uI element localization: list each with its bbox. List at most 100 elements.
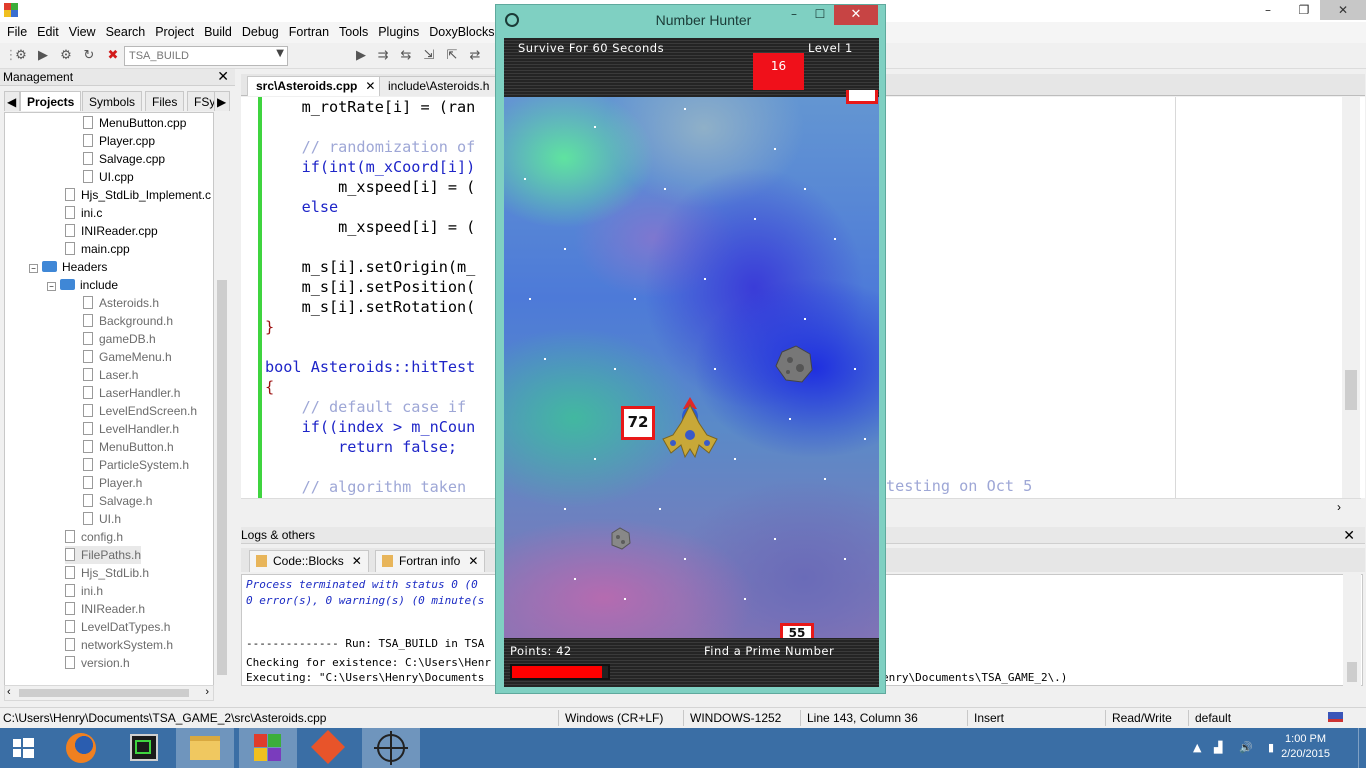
menu-fortran[interactable]: Fortran — [284, 22, 334, 43]
step-into-icon[interactable]: ⇲ — [420, 47, 438, 65]
tree-file[interactable]: MenuButton.cpp — [83, 114, 186, 132]
tree-file[interactable]: config.h — [65, 528, 123, 546]
firefox-icon[interactable] — [52, 728, 110, 768]
menu-build[interactable]: Build — [199, 22, 237, 43]
tree-file[interactable]: UI.cpp — [83, 168, 134, 186]
close-icon[interactable]: ✕ — [468, 554, 478, 568]
menu-search[interactable]: Search — [101, 22, 151, 43]
file-explorer-icon[interactable] — [176, 728, 234, 768]
scroll-left-icon[interactable]: ‹ — [7, 686, 11, 698]
tree-file[interactable]: Background.h — [83, 312, 173, 330]
tree-file[interactable]: UI.h — [83, 510, 121, 528]
run-to-cursor-icon[interactable]: ⇉ — [374, 47, 392, 65]
close-icon[interactable]: ✕ — [365, 79, 375, 93]
ide-minimize-button[interactable]: – — [1252, 0, 1284, 20]
build-gear-icon[interactable]: ⚙ — [12, 47, 30, 65]
menu-edit[interactable]: Edit — [32, 22, 64, 43]
number-hunter-icon[interactable] — [362, 728, 420, 768]
ide-close-button[interactable]: ✕ — [1320, 0, 1366, 20]
tab-projects[interactable]: Projects — [20, 91, 82, 111]
logs-scroll-thumb[interactable] — [1347, 662, 1357, 682]
tree-file-selected[interactable]: FilePaths.h — [65, 546, 142, 564]
menu-project[interactable]: Project — [150, 22, 199, 43]
step-out-icon[interactable]: ⇱ — [443, 47, 461, 65]
tree-file[interactable]: LevelDatTypes.h — [65, 618, 170, 636]
tree-file[interactable]: LevelHandler.h — [83, 420, 179, 438]
tree-file[interactable]: Salvage.cpp — [83, 150, 165, 168]
tree-file[interactable]: MenuButton.h — [83, 438, 174, 456]
tab-scroll-left-icon[interactable]: ◀ — [4, 91, 20, 111]
menu-doxyblocks[interactable]: DoxyBlocks — [424, 22, 499, 43]
tree-file[interactable]: Hjs_StdLib.h — [65, 564, 149, 582]
editor-vertical-scrollbar[interactable] — [1342, 97, 1360, 498]
close-icon[interactable]: ✕ — [1343, 527, 1355, 544]
tree-file[interactable]: ini.c — [65, 204, 102, 222]
ide-restore-button[interactable]: ❐ — [1288, 0, 1320, 20]
game-minimize-button[interactable]: – — [781, 7, 807, 21]
tree-file[interactable]: INIReader.h — [65, 600, 145, 618]
tree-file[interactable]: main.cpp — [65, 240, 130, 258]
editor-scroll-thumb[interactable] — [1345, 370, 1357, 410]
close-icon[interactable]: ✕ — [352, 554, 362, 568]
codeblocks-icon[interactable] — [115, 728, 173, 768]
tree-file[interactable]: version.h — [65, 654, 130, 672]
tree-file[interactable]: ini.h — [65, 582, 103, 600]
scroll-right-icon[interactable]: › — [1337, 500, 1341, 514]
tree-file[interactable]: Asteroids.h — [83, 294, 159, 312]
tree-horizontal-scrollbar[interactable]: ‹ › — [4, 685, 214, 701]
collapse-icon[interactable]: − — [47, 282, 56, 291]
tree-folder-headers[interactable]: − Headers — [29, 258, 107, 276]
tree-folder-include[interactable]: − include — [47, 276, 118, 294]
volume-icon[interactable]: 🔊 — [1239, 741, 1253, 754]
tree-file[interactable]: ParticleSystem.h — [83, 456, 189, 474]
menu-plugins[interactable]: Plugins — [373, 22, 424, 43]
git-icon[interactable] — [300, 728, 358, 768]
show-hidden-icons-icon[interactable]: ▲ — [1193, 741, 1201, 754]
menu-view[interactable]: View — [64, 22, 101, 43]
rebuild-icon[interactable]: ↻ — [80, 47, 98, 65]
tree-file[interactable]: gameDB.h — [83, 330, 156, 348]
show-desktop-button[interactable] — [1358, 728, 1366, 768]
scroll-right-icon[interactable]: › — [205, 686, 209, 698]
tab-fortran-info[interactable]: Fortran info ✕ — [375, 550, 486, 572]
tree-file[interactable]: INIReader.cpp — [65, 222, 158, 240]
tab-codeblocks-log[interactable]: Code::Blocks ✕ — [249, 550, 369, 572]
debug-run-icon[interactable]: ▶ — [352, 47, 370, 65]
logs-vertical-scrollbar[interactable] — [1343, 574, 1361, 700]
menu-tools[interactable]: Tools — [334, 22, 373, 43]
tree-file[interactable]: Laser.h — [83, 366, 138, 384]
game-maximize-button[interactable]: ☐ — [807, 7, 833, 21]
tree-hscroll-thumb[interactable] — [19, 689, 189, 697]
collapse-icon[interactable]: − — [29, 264, 38, 273]
menu-debug[interactable]: Debug — [237, 22, 284, 43]
battery-icon[interactable]: ▮ — [1268, 741, 1274, 754]
network-icon[interactable]: ▟ — [1214, 741, 1222, 754]
next-line-icon[interactable]: ⇆ — [397, 47, 415, 65]
office-icon[interactable] — [239, 728, 297, 768]
tree-file[interactable]: Salvage.h — [83, 492, 152, 510]
tree-file[interactable]: GameMenu.h — [83, 348, 172, 366]
abort-icon[interactable]: ✖ — [104, 47, 122, 65]
next-instruction-icon[interactable]: ⇄ — [466, 47, 484, 65]
tab-files[interactable]: Files — [145, 91, 185, 111]
tree-scroll-thumb[interactable] — [217, 280, 227, 675]
tree-file[interactable]: Hjs_StdLib_Implement.c — [65, 186, 211, 204]
clock[interactable]: 1:00 PM 2/20/2015 — [1281, 732, 1330, 762]
tree-file[interactable]: Player.h — [83, 474, 142, 492]
run-icon[interactable]: ▶ — [34, 47, 52, 65]
tab-symbols[interactable]: Symbols — [82, 91, 143, 111]
close-icon[interactable]: ✕ — [217, 68, 229, 85]
tree-file[interactable]: networkSystem.h — [65, 636, 173, 654]
tab-scroll-right-icon[interactable]: ▶ — [214, 91, 230, 111]
game-title-bar[interactable]: Number Hunter – ☐ ✕ — [496, 5, 885, 35]
build-and-run-icon[interactable]: ⚙ — [57, 47, 75, 65]
tree-file[interactable]: Player.cpp — [83, 132, 155, 150]
start-icon[interactable] — [0, 728, 50, 768]
game-canvas[interactable]: Survive For 60 Seconds Level 1 16 72 55 … — [504, 38, 879, 687]
tree-file[interactable]: LaserHandler.h — [83, 384, 180, 402]
build-target-select[interactable]: TSA_BUILD ▼ — [124, 46, 288, 66]
tree-file[interactable]: LevelEndScreen.h — [83, 402, 197, 420]
tab-asteroids-h[interactable]: include\Asteroids.h — [379, 76, 499, 96]
menu-file[interactable]: File — [2, 22, 32, 43]
tab-asteroids-cpp[interactable]: src\Asteroids.cpp ✕ — [247, 76, 385, 96]
